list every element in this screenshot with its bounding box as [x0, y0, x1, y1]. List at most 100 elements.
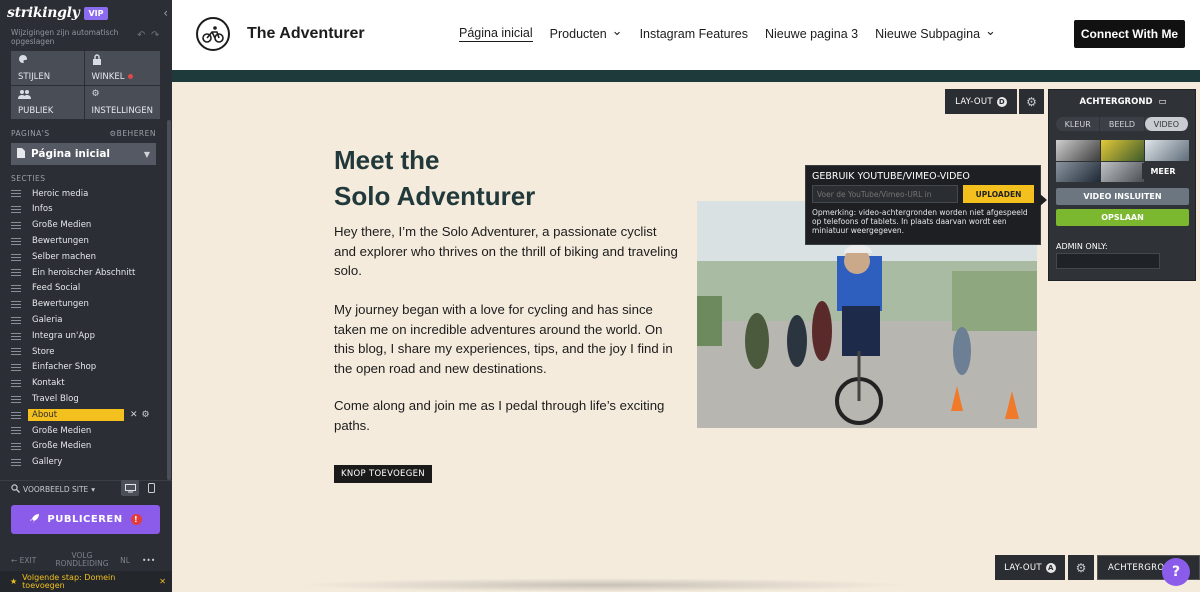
- drag-handle-icon[interactable]: [11, 300, 21, 308]
- drag-handle-icon[interactable]: [11, 395, 21, 403]
- drag-handle-icon[interactable]: [11, 443, 21, 451]
- video-url-input[interactable]: [812, 185, 958, 203]
- admin-only-input[interactable]: [1056, 253, 1160, 269]
- drag-handle-icon[interactable]: [11, 364, 21, 372]
- gear-icon: ⚙: [91, 89, 100, 99]
- section-settings-icon[interactable]: ⚙: [142, 410, 150, 420]
- video-thumbnail[interactable]: [1100, 161, 1145, 182]
- drag-handle-icon[interactable]: [11, 332, 21, 340]
- collapse-sidebar-icon[interactable]: ‹: [163, 6, 168, 20]
- section-item[interactable]: Travel Blog: [11, 391, 169, 407]
- connect-button[interactable]: Connect With Me: [1074, 20, 1185, 48]
- exit-button[interactable]: ← EXIT: [0, 556, 52, 565]
- section-item-label: Kontakt: [32, 378, 65, 389]
- background-tab[interactable]: BEELD: [1100, 117, 1145, 131]
- section-item[interactable]: Große Medien: [11, 423, 169, 439]
- nav-item[interactable]: Producten ⌄: [550, 23, 623, 42]
- page-selector[interactable]: Página inicial ▼: [11, 143, 156, 165]
- lower-section-gear-icon[interactable]: ⚙: [1068, 555, 1094, 580]
- settings-label: INSTELLINGEN: [91, 106, 153, 116]
- section-item[interactable]: Infos: [11, 202, 169, 218]
- site-title[interactable]: The Adventurer: [247, 25, 365, 43]
- store-button[interactable]: WINKEL: [84, 51, 160, 85]
- video-thumbnail[interactable]: [1100, 140, 1145, 161]
- undo-icon[interactable]: ↶: [137, 30, 145, 41]
- nav-item[interactable]: Nieuwe Subpagina ⌄: [875, 23, 996, 42]
- paragraph-2[interactable]: My journey began with a love for cycling…: [334, 300, 679, 378]
- bicycle-logo-icon[interactable]: [196, 17, 230, 51]
- save-button[interactable]: OPSLAAN: [1056, 209, 1189, 226]
- site-header: The Adventurer Página inicial Producten ⌄ I…: [172, 0, 1200, 70]
- video-thumbnail[interactable]: [1145, 140, 1189, 161]
- drag-handle-icon[interactable]: [11, 269, 21, 277]
- background-tab[interactable]: KLEUR: [1056, 117, 1101, 131]
- section-item-label: Bewertungen: [32, 236, 89, 247]
- section-item[interactable]: Ein heroischer Abschnitt: [11, 265, 169, 281]
- drag-handle-icon[interactable]: [11, 253, 21, 261]
- layout-button-lower[interactable]: LAY-OUT A: [995, 555, 1065, 580]
- add-button[interactable]: KNOP TOEVOEGEN: [334, 465, 432, 483]
- nav-item[interactable]: Nieuwe pagina 3: [765, 26, 858, 42]
- section-item[interactable]: Kontakt: [11, 376, 169, 392]
- settings-button[interactable]: ⚙ INSTELLINGEN: [84, 86, 160, 119]
- background-tab[interactable]: VIDEO: [1144, 117, 1189, 131]
- section-item[interactable]: Store: [11, 344, 169, 360]
- section-item[interactable]: Bewertungen: [11, 233, 169, 249]
- manage-pages-button[interactable]: ⚙BEHEREN: [109, 129, 156, 138]
- layout-button[interactable]: LAY-OUT D: [945, 89, 1017, 114]
- delete-section-icon[interactable]: ✕: [130, 410, 138, 420]
- nav-item-label: Nieuwe Subpagina: [875, 27, 981, 41]
- about-section: Meet the Solo Adventurer Hey there, I’m …: [172, 82, 1200, 548]
- search-icon: [11, 484, 20, 495]
- drag-handle-icon[interactable]: [11, 458, 21, 466]
- language-button[interactable]: NL: [112, 556, 138, 565]
- video-thumbnail[interactable]: [1056, 140, 1100, 161]
- drag-handle-icon[interactable]: [11, 221, 21, 229]
- nav-item[interactable]: Página inicial: [459, 26, 533, 42]
- audience-button[interactable]: PUBLIEK: [11, 86, 84, 119]
- more-videos-button[interactable]: MEER: [1142, 163, 1184, 179]
- nav-item[interactable]: Instagram Features: [640, 26, 748, 42]
- upload-button[interactable]: UPLOADEN: [963, 185, 1034, 203]
- drag-handle-icon[interactable]: [11, 285, 21, 293]
- section-item[interactable]: Einfacher Shop: [11, 360, 169, 376]
- drag-handle-icon[interactable]: [11, 316, 21, 324]
- section-settings-gear-icon[interactable]: ⚙: [1019, 89, 1044, 114]
- next-step-banner[interactable]: ★ Volgende stap: Domein toevoegen ✕: [0, 571, 172, 592]
- help-button[interactable]: ?: [1162, 558, 1190, 586]
- video-thumbnail[interactable]: [1056, 161, 1100, 182]
- drag-handle-icon[interactable]: [11, 427, 21, 435]
- drag-handle-icon[interactable]: [11, 379, 21, 387]
- section-item[interactable]: Gallery: [11, 455, 169, 470]
- section-item-label: Integra un'App: [32, 330, 95, 341]
- redo-icon[interactable]: ↷: [151, 30, 159, 41]
- section-item[interactable]: Integra un'App: [11, 328, 169, 344]
- styles-button[interactable]: STIJLEN: [11, 51, 84, 85]
- paragraph-1[interactable]: Hey there, I’m the Solo Adventurer, a pa…: [334, 222, 679, 281]
- desktop-preview-button[interactable]: [121, 480, 139, 496]
- publish-button[interactable]: PUBLICEREN !: [11, 505, 160, 534]
- drag-handle-icon[interactable]: [11, 348, 21, 356]
- preview-site-button[interactable]: VOORBEELD SITE: [23, 485, 88, 494]
- section-heading[interactable]: Meet the Solo Adventurer: [334, 142, 535, 214]
- section-item[interactable]: Galeria: [11, 312, 169, 328]
- people-icon: [18, 89, 77, 102]
- section-item[interactable]: Große Medien: [11, 218, 169, 234]
- tour-button[interactable]: VOLG RONDLEIDING: [52, 552, 112, 568]
- section-item[interactable]: Selber machen: [11, 249, 169, 265]
- paragraph-3[interactable]: Come along and join me as I pedal throug…: [334, 396, 679, 435]
- drag-handle-icon[interactable]: [11, 411, 21, 419]
- drag-handle-icon[interactable]: [11, 190, 21, 198]
- more-options-button[interactable]: •••: [142, 556, 155, 565]
- drag-handle-icon[interactable]: [11, 237, 21, 245]
- close-icon[interactable]: ✕: [159, 577, 166, 586]
- embed-video-button[interactable]: VIDEO INSLUITEN: [1056, 188, 1189, 205]
- section-item[interactable]: Große Medien: [11, 439, 169, 455]
- sidebar-scrollbar[interactable]: [167, 120, 171, 480]
- section-item[interactable]: Bewertungen: [11, 297, 169, 313]
- section-item[interactable]: About ✕ ⚙: [11, 407, 169, 423]
- section-item[interactable]: Feed Social: [11, 281, 169, 297]
- mobile-preview-button[interactable]: [142, 480, 160, 496]
- section-item[interactable]: Heroic media: [11, 186, 169, 202]
- drag-handle-icon[interactable]: [11, 206, 21, 214]
